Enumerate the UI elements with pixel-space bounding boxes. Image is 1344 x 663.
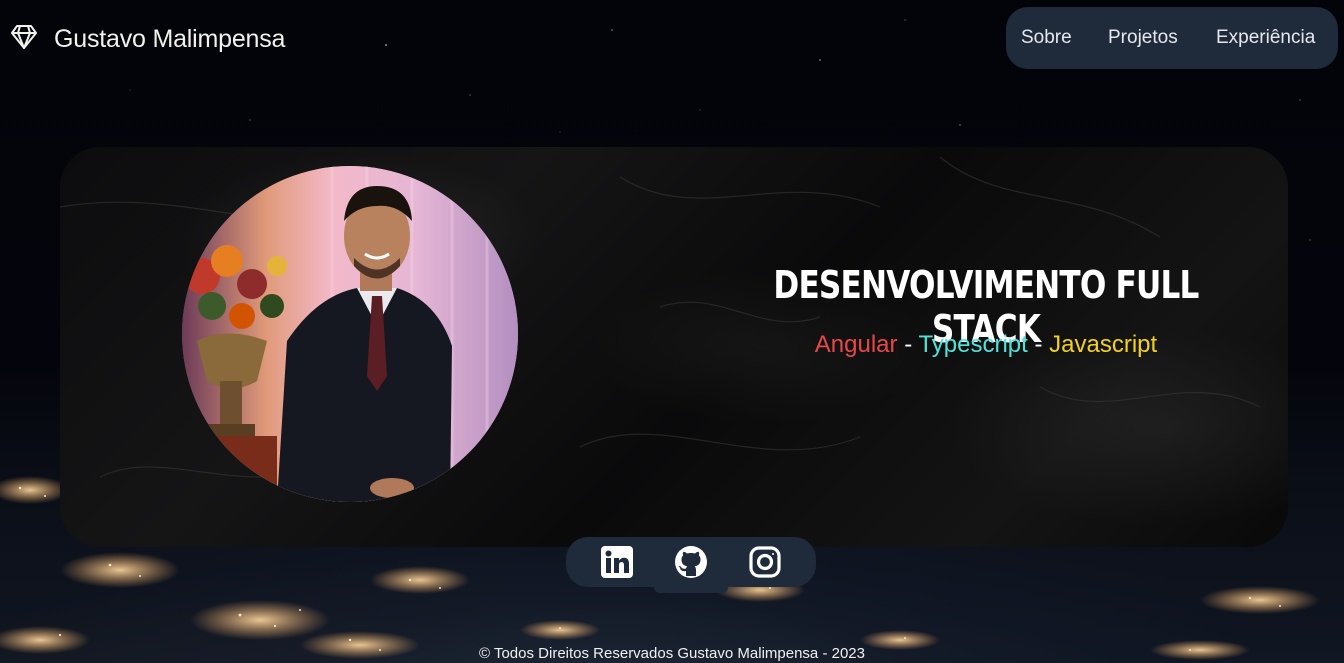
tech-separator: - (1034, 331, 1043, 358)
brand-name: Gustavo Malimpensa (54, 24, 286, 53)
instagram-icon[interactable] (748, 545, 782, 579)
tech-angular: Angular (814, 331, 898, 358)
tech-typescript: Typescript (918, 331, 1028, 358)
social-bar-tab (654, 587, 728, 593)
footer-copyright: © Todos Direitos Reservados Gustavo Mali… (479, 645, 865, 662)
brand[interactable]: Gustavo Malimpensa (10, 22, 285, 56)
tech-stack: Angular - Typescript - Javascript (700, 331, 1272, 359)
tech-javascript: Javascript (1049, 331, 1158, 358)
diamond-icon (10, 24, 38, 55)
nav-item-projetos[interactable]: Projetos (1108, 27, 1216, 49)
social-links (566, 537, 816, 587)
profile-photo (182, 166, 518, 502)
main-nav: Sobre Projetos Experiência (1006, 7, 1338, 69)
hero-card: Desenvolvimento Full Stack Angular - Typ… (60, 147, 1288, 547)
nav-item-experiencia[interactable]: Experiência (1216, 27, 1315, 49)
tech-separator: - (904, 331, 913, 358)
nav-item-sobre[interactable]: Sobre (1021, 27, 1108, 49)
github-icon[interactable] (674, 545, 708, 579)
linkedin-icon[interactable] (600, 545, 634, 579)
